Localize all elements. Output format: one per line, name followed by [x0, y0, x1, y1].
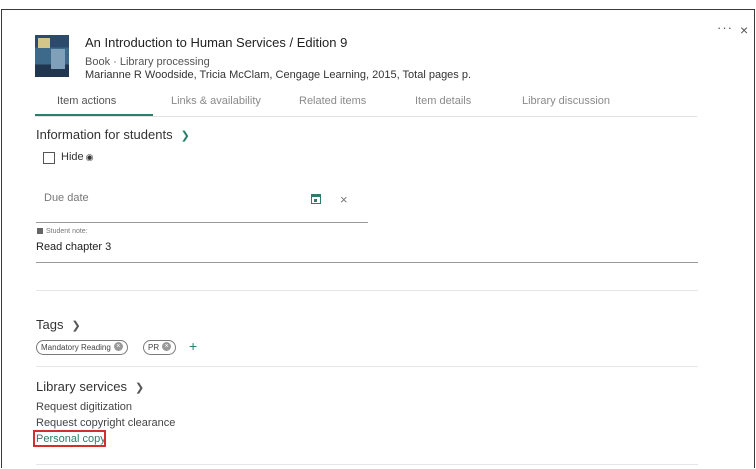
clear-due-date-icon[interactable]: ×: [340, 193, 348, 206]
section-divider: [36, 366, 698, 367]
add-tag-button[interactable]: +: [189, 338, 197, 354]
book-cover-thumbnail[interactable]: [35, 35, 69, 77]
request-digitization-link[interactable]: Request digitization: [36, 401, 132, 413]
library-services-heading: Library services: [36, 379, 128, 394]
tags-section-heading: Tags: [36, 317, 64, 332]
item-title: An Introduction to Human Services / Edit…: [85, 35, 348, 50]
chevron-down-icon: ❯: [71, 320, 81, 332]
students-section-heading: Information for students: [36, 127, 173, 142]
tab-library-discussion[interactable]: Library discussion: [522, 95, 610, 107]
note-icon: [37, 228, 43, 234]
eye-icon: ◉: [85, 152, 94, 162]
due-date-underline: [36, 222, 368, 223]
hide-label-text: Hide: [61, 151, 84, 163]
close-icon[interactable]: ×: [740, 23, 748, 37]
tag-label: Mandatory Reading: [41, 343, 111, 352]
hide-checkbox[interactable]: [43, 152, 55, 164]
tab-links-availability[interactable]: Links & availability: [171, 95, 261, 107]
tab-related-items[interactable]: Related items: [299, 95, 366, 107]
highlight-box: [33, 430, 106, 447]
chevron-down-icon: ❯: [135, 382, 145, 394]
tabs-divider: [35, 116, 697, 117]
tab-item-details[interactable]: Item details: [415, 95, 471, 107]
student-note-underline: [36, 262, 698, 263]
calendar-icon[interactable]: [311, 194, 321, 204]
section-divider: [36, 464, 698, 465]
hide-label: Hide ◉: [61, 151, 93, 163]
students-section-toggle[interactable]: Information for students ❯: [36, 127, 190, 142]
close-circle-icon[interactable]: ×: [113, 342, 123, 352]
tag-chip-mandatory-reading[interactable]: Mandatory Reading ×: [36, 340, 128, 355]
tag-label: PR: [148, 343, 160, 352]
more-options-icon[interactable]: ···: [717, 21, 733, 34]
student-note-label: Student note:: [46, 228, 88, 235]
student-note-field[interactable]: Read chapter 3: [36, 241, 111, 253]
due-date-field[interactable]: Due date: [44, 192, 89, 204]
library-services-section-toggle[interactable]: Library services ❯: [36, 379, 144, 394]
section-divider: [36, 290, 698, 291]
chevron-down-icon: ❯: [180, 130, 190, 142]
tags-section-toggle[interactable]: Tags ❯: [36, 317, 81, 332]
item-authors: Marianne R Woodside, Tricia McClam, Ceng…: [85, 69, 472, 81]
request-copyright-clearance-link[interactable]: Request copyright clearance: [36, 417, 175, 429]
item-type-status: Book · Library processing: [85, 56, 210, 68]
tab-item-actions[interactable]: Item actions: [57, 95, 116, 107]
close-circle-icon[interactable]: ×: [162, 342, 172, 352]
tag-chip-pr[interactable]: PR ×: [143, 340, 177, 355]
